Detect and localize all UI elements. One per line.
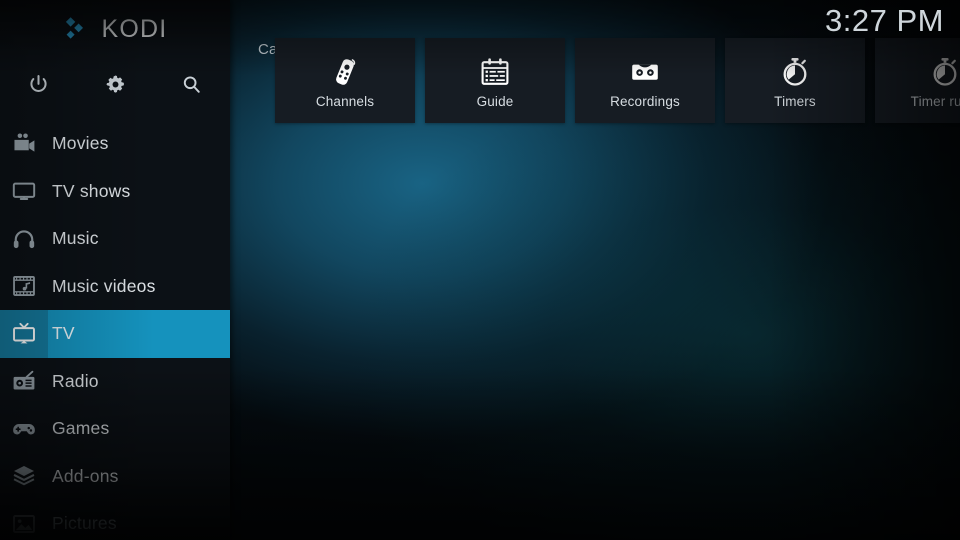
clock: 3:27 PM (825, 3, 944, 38)
background-vignette (0, 0, 960, 540)
kodi-home-screen: Categories Channels (0, 0, 960, 540)
